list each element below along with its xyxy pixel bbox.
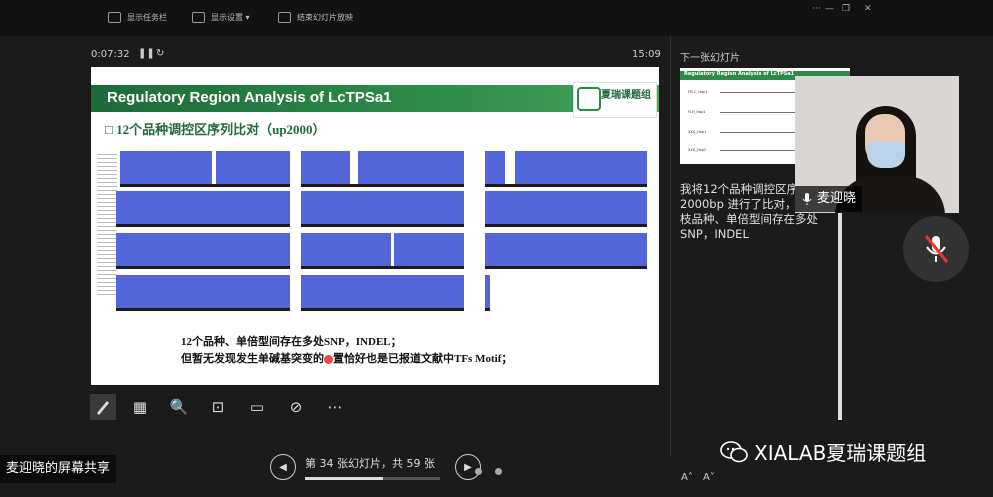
thumb-title: Regulatory Region Analysis of LcTPSa1 bbox=[684, 71, 795, 77]
slide-progress-bar bbox=[305, 477, 440, 480]
restore-icon[interactable]: ❐ bbox=[842, 4, 850, 14]
bullet-2: 但暂无发现发生单碱基突变的 置恰好也是已报道文献中TFs Motif； bbox=[181, 353, 513, 365]
mic-muted-icon bbox=[924, 235, 949, 263]
indel-gap bbox=[212, 151, 216, 184]
logo-mark-icon bbox=[577, 87, 601, 111]
wechat-icon bbox=[720, 440, 748, 462]
close-icon[interactable]: ✕ bbox=[864, 4, 872, 14]
indel-gap bbox=[350, 151, 358, 184]
pen-tool-button[interactable] bbox=[90, 394, 116, 420]
font-increase-icon[interactable]: A˄ bbox=[681, 472, 693, 483]
indel-gap bbox=[505, 151, 515, 184]
slide-counter: 第 34 张幻灯片，共 59 张 bbox=[305, 457, 435, 470]
laser-pointer-dot bbox=[324, 354, 333, 364]
dot bbox=[475, 468, 482, 475]
bullet-1: 12个品种、单倍型间存在多处SNP，INDEL； bbox=[181, 336, 402, 348]
taskbar-icon bbox=[108, 12, 121, 23]
clock: 15:09 bbox=[632, 49, 661, 60]
alignment-block bbox=[120, 151, 290, 187]
lab-logo: 夏瑞课题组 bbox=[573, 82, 657, 118]
alignment-block bbox=[116, 275, 290, 311]
alignment-block bbox=[301, 275, 464, 311]
next-slide-label: 下一张幻灯片 bbox=[680, 53, 740, 64]
mute-toggle-button[interactable] bbox=[903, 216, 969, 282]
minimize-icon[interactable]: — bbox=[825, 4, 834, 14]
pointer-options-icon[interactable]: ⊡ bbox=[207, 396, 229, 418]
show-taskbar-button[interactable]: 显示任务栏 bbox=[108, 12, 167, 23]
elapsed-timer: 0:07:32 bbox=[91, 49, 130, 60]
mic-icon bbox=[802, 193, 812, 205]
alignment-block bbox=[301, 191, 464, 227]
more-options-icon[interactable]: ⋯ bbox=[324, 396, 346, 418]
alignment-block bbox=[301, 233, 464, 269]
slide-title: Regulatory Region Analysis of LcTPSa1 bbox=[107, 89, 392, 106]
alignment-block bbox=[301, 151, 464, 187]
alignment-block bbox=[116, 233, 290, 269]
display-settings-button[interactable]: 显示设置 ▾ bbox=[192, 12, 250, 23]
see-all-slides-icon[interactable]: ▦ bbox=[129, 396, 151, 418]
current-slide: Regulatory Region Analysis of LcTPSa1 夏瑞… bbox=[91, 67, 659, 385]
slide-progress-fill bbox=[305, 477, 383, 480]
end-show-icon bbox=[278, 12, 291, 23]
pause-icon[interactable]: ❚❚ bbox=[138, 48, 155, 59]
end-slideshow-button[interactable]: 结束幻灯片放映 bbox=[278, 12, 353, 23]
reset-timer-icon[interactable]: ↻ bbox=[156, 48, 164, 59]
alignment-block bbox=[485, 275, 490, 311]
logo-text: 夏瑞课题组 bbox=[601, 90, 651, 101]
previous-slide-button[interactable]: ◀ bbox=[270, 454, 296, 480]
slide-subtitle: □ 12个品种调控区序列比对（up2000） bbox=[105, 122, 326, 137]
alignment-block bbox=[116, 191, 290, 227]
screen-share-label: 麦迎晓的屏幕共享 bbox=[0, 455, 117, 483]
alignment-block bbox=[485, 233, 647, 269]
dot bbox=[495, 468, 502, 475]
font-decrease-icon[interactable]: A˅ bbox=[703, 472, 715, 483]
more-icon[interactable]: ··· bbox=[812, 4, 821, 14]
monitor-icon bbox=[192, 12, 205, 23]
indel-gap bbox=[391, 233, 394, 266]
alignment-labels-left bbox=[97, 151, 117, 297]
panel-divider bbox=[670, 36, 671, 456]
camera-toggle-icon[interactable]: ⊘ bbox=[285, 396, 307, 418]
participant-name-tag: 麦迎晓 bbox=[795, 186, 863, 212]
zoom-icon[interactable]: 🔍 bbox=[168, 396, 190, 418]
next-slide-button[interactable]: ▶ bbox=[455, 454, 481, 480]
wechat-watermark: XIALAB夏瑞课题组 bbox=[720, 437, 926, 466]
black-screen-icon[interactable]: ▭ bbox=[246, 396, 268, 418]
face-mask bbox=[867, 142, 905, 168]
alignment-block bbox=[485, 191, 647, 227]
